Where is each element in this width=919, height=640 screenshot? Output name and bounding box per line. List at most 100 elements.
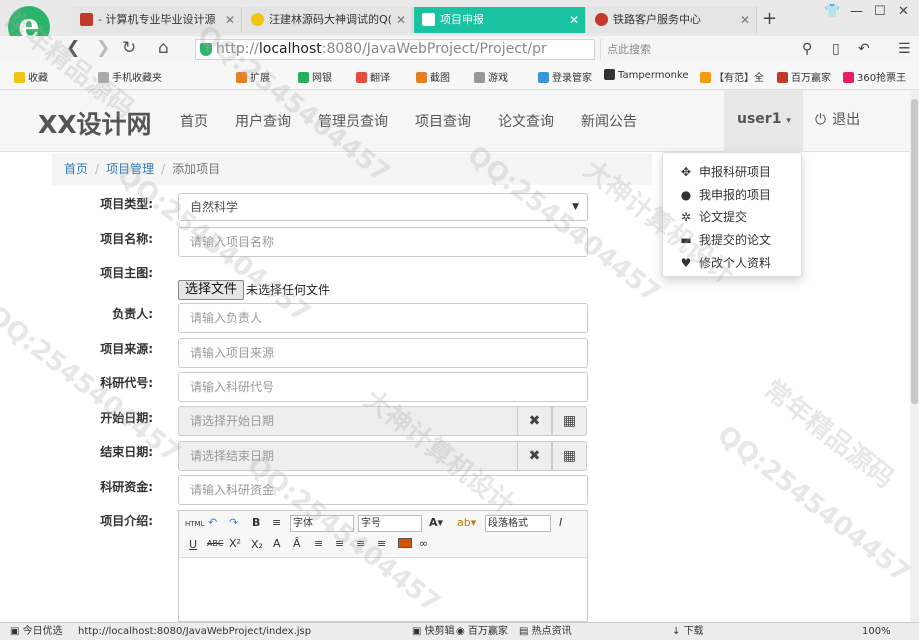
dropdown-item-my-papers[interactable]: ▬ 我提交的论文 bbox=[679, 231, 771, 248]
clear-end-date-icon[interactable]: ✖ bbox=[517, 441, 552, 471]
italic-icon[interactable]: I bbox=[559, 516, 562, 529]
clear-format-icon[interactable]: A bbox=[273, 537, 281, 550]
name-input[interactable]: 请输入项目名称 bbox=[178, 227, 588, 257]
rich-text-editor[interactable]: HTML ↶ ↷ B ≡ 字体 字号 A▾ ab▾ 段落格式 I U ABC X… bbox=[178, 510, 588, 622]
dropdown-item-edit-profile[interactable]: ♥ 修改个人资料 bbox=[679, 254, 771, 271]
leader-input[interactable]: 请输入负责人 bbox=[178, 303, 588, 333]
home-icon[interactable]: ⌂ bbox=[158, 38, 169, 58]
tab-4[interactable]: 铁路客户服务中心 ✕ bbox=[587, 7, 757, 33]
tab-1[interactable]: - 计算机专业毕业设计源 ✕ bbox=[72, 7, 242, 33]
skin-icon[interactable]: 👕 bbox=[824, 4, 840, 19]
bookmark-screenshot[interactable]: 截图 bbox=[416, 69, 450, 84]
browser-window: - 计算机专业毕业设计源 ✕ 汪建林源码大神调试的Q( ✕ 项目申报 ✕ 铁路客… bbox=[0, 0, 919, 640]
font-size-select[interactable]: 字号 bbox=[358, 515, 422, 532]
close-tab-icon[interactable]: ✕ bbox=[569, 7, 579, 33]
bookmark-mobile[interactable]: 手机收藏夹 bbox=[98, 69, 162, 84]
nav-news[interactable]: 新闻公告 bbox=[581, 111, 637, 131]
paragraph-select[interactable]: 段落格式 bbox=[485, 515, 551, 532]
nav-admin-query[interactable]: 管理员查询 bbox=[318, 111, 388, 131]
today-picks[interactable]: ▣ 今日优选 bbox=[10, 623, 63, 640]
subscript-icon[interactable]: X₂ bbox=[251, 538, 263, 551]
start-date-input[interactable]: 请选择开始日期 bbox=[178, 406, 518, 436]
undo-icon[interactable]: ↶ bbox=[208, 516, 217, 529]
bookmark-millionaire[interactable]: 百万赢家 bbox=[777, 69, 831, 84]
close-tab-icon[interactable]: ✕ bbox=[396, 7, 406, 33]
status-quick-cut[interactable]: ▣ 快剪辑 bbox=[412, 623, 455, 640]
bookmark-login[interactable]: 登录管家 bbox=[538, 69, 592, 84]
bookmark-favorites[interactable]: 收藏 bbox=[14, 69, 48, 84]
menu-icon[interactable]: ☰ bbox=[898, 41, 911, 57]
font-family-select[interactable]: 字体 bbox=[290, 515, 354, 532]
breadcrumb-home[interactable]: 首页 bbox=[64, 162, 88, 176]
underline-icon[interactable]: U bbox=[189, 538, 197, 551]
close-tab-icon[interactable]: ✕ bbox=[740, 7, 750, 33]
calendar-icon[interactable]: ▦ bbox=[552, 441, 587, 471]
superscript-icon[interactable]: X² bbox=[229, 537, 241, 550]
status-download[interactable]: ↓ 下载 bbox=[672, 623, 704, 640]
align-right-icon[interactable]: ≡ bbox=[356, 537, 365, 550]
search-icon[interactable]: ⚲ bbox=[802, 41, 812, 57]
end-date-input[interactable]: 请选择结束日期 bbox=[178, 441, 518, 471]
dropdown-item-apply[interactable]: ✥ 申报科研项目 bbox=[679, 163, 771, 180]
new-tab-button[interactable]: + bbox=[762, 8, 777, 29]
status-millionaire[interactable]: ◉ 百万赢家 bbox=[456, 623, 508, 640]
align-left-icon[interactable]: ≡ bbox=[314, 537, 323, 550]
highlight-icon[interactable]: ab▾ bbox=[457, 516, 476, 529]
refresh-icon[interactable]: ↻ bbox=[122, 38, 136, 58]
close-window-icon[interactable]: ✕ bbox=[898, 4, 909, 19]
source-input[interactable]: 请输入项目来源 bbox=[178, 338, 588, 368]
user-menu-toggle[interactable]: user1 ▾ bbox=[724, 91, 803, 152]
back-icon[interactable]: ❮ bbox=[66, 38, 80, 58]
minimize-icon[interactable]: — bbox=[850, 4, 863, 19]
forward-icon[interactable]: ❯ bbox=[96, 38, 110, 58]
align-justify-icon[interactable]: ≡ bbox=[377, 537, 386, 550]
zoom-level[interactable]: 100% bbox=[862, 623, 891, 640]
bold-icon[interactable]: B bbox=[252, 516, 260, 529]
dropdown-item-submit-paper[interactable]: ✲ 论文提交 bbox=[679, 208, 747, 225]
bookmark-translate[interactable]: 翻译 bbox=[356, 69, 390, 84]
bookmark-360ticket[interactable]: 360抢票王 bbox=[843, 69, 906, 84]
nav-home[interactable]: 首页 bbox=[180, 111, 208, 131]
nav-user-query[interactable]: 用户查询 bbox=[235, 111, 291, 131]
tab-active[interactable]: 项目申报 ✕ bbox=[414, 7, 586, 33]
page-scrollbar[interactable] bbox=[910, 91, 919, 622]
url-input[interactable]: http://localhost:8080/JavaWebProject/Pro… bbox=[195, 39, 595, 60]
tab-2[interactable]: 汪建林源码大神调试的Q( ✕ bbox=[243, 7, 413, 33]
fund-input[interactable]: 请输入科研资金 bbox=[178, 475, 588, 505]
clear-start-date-icon[interactable]: ✖ bbox=[517, 406, 552, 436]
font-style-icon[interactable]: Â bbox=[293, 537, 301, 550]
maximize-icon[interactable]: ☐ bbox=[874, 4, 886, 19]
bookmark-youfan[interactable]: 【有范】全 bbox=[700, 69, 764, 84]
scrollbar-thumb[interactable] bbox=[911, 99, 918, 404]
power-icon: ⏻ bbox=[815, 112, 827, 128]
code-input[interactable]: 请输入科研代号 bbox=[178, 372, 588, 402]
image-icon[interactable] bbox=[398, 538, 412, 548]
search-input[interactable]: 点此搜索 bbox=[600, 39, 818, 60]
font-color-icon[interactable]: A▾ bbox=[429, 516, 443, 529]
breadcrumb-section[interactable]: 项目管理 bbox=[106, 162, 154, 176]
close-tab-icon[interactable]: ✕ bbox=[225, 7, 235, 33]
undo-icon[interactable]: ↶ bbox=[858, 41, 870, 57]
html-button[interactable]: HTML bbox=[185, 520, 204, 528]
bookmark-bank[interactable]: 网银 bbox=[298, 69, 332, 84]
calendar-icon[interactable]: ▦ bbox=[552, 406, 587, 436]
bookmark-tampermonkey[interactable]: Tampermonke bbox=[604, 69, 689, 81]
phone-icon[interactable]: ▯ bbox=[832, 41, 840, 57]
align-center-icon[interactable]: ≡ bbox=[335, 537, 344, 550]
logout-button[interactable]: ⏻ 退出 bbox=[815, 109, 860, 129]
nav-paper-query[interactable]: 论文查询 bbox=[498, 111, 554, 131]
link-icon[interactable]: ∞ bbox=[419, 537, 428, 550]
bookmark-games[interactable]: 游戏 bbox=[474, 69, 508, 84]
strikethrough-icon[interactable]: ABC bbox=[207, 539, 223, 548]
format-icon[interactable]: ≡ bbox=[272, 516, 281, 529]
type-select[interactable]: 自然科学 ▼ bbox=[178, 193, 588, 221]
status-hot-news[interactable]: ▤ 热点资讯 bbox=[519, 623, 572, 640]
redo-icon[interactable]: ↷ bbox=[229, 516, 238, 529]
user-icon: ● bbox=[680, 188, 692, 202]
trophy-icon bbox=[777, 72, 788, 83]
dropdown-item-my-projects[interactable]: ● 我申报的项目 bbox=[679, 186, 771, 203]
site-brand[interactable]: XX设计网 bbox=[38, 105, 152, 141]
nav-project-query[interactable]: 项目查询 bbox=[415, 111, 471, 131]
choose-file-button[interactable]: 选择文件 bbox=[178, 280, 245, 300]
bookmark-extensions[interactable]: 扩展 bbox=[236, 69, 270, 84]
